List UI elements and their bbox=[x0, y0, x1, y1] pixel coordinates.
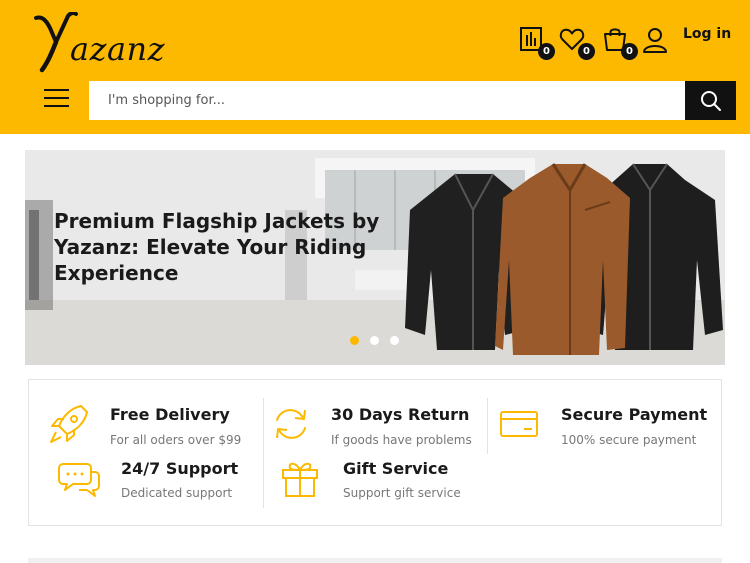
menu-icon bbox=[44, 89, 69, 91]
features-panel: Free Delivery For all oders over $99 30 … bbox=[28, 379, 722, 526]
search-icon bbox=[700, 90, 721, 111]
carousel-dot-2[interactable] bbox=[370, 336, 379, 345]
account-button[interactable] bbox=[642, 27, 670, 55]
feature-subtitle: Support gift service bbox=[343, 486, 461, 500]
feature-subtitle: 100% secure payment bbox=[561, 433, 697, 447]
refresh-icon bbox=[276, 409, 306, 439]
compare-count-badge: 0 bbox=[538, 43, 555, 60]
user-icon bbox=[643, 28, 667, 53]
search-input[interactable] bbox=[89, 81, 685, 120]
cart-button[interactable]: 0 bbox=[602, 26, 638, 60]
feature-title: 24/7 Support bbox=[121, 459, 239, 478]
carousel-dot-1[interactable] bbox=[350, 336, 359, 345]
credit-card-icon bbox=[500, 411, 538, 437]
banner-headline: Premium Flagship Jackets by Yazanz: Elev… bbox=[54, 209, 380, 285]
logo-text: azanz bbox=[70, 30, 165, 68]
site-header: azanz 0 0 0 Log in bbox=[0, 0, 750, 134]
feature-title: Free Delivery bbox=[110, 405, 230, 424]
gift-icon bbox=[282, 462, 318, 497]
feature-title: Gift Service bbox=[343, 459, 449, 478]
search-button[interactable] bbox=[685, 81, 736, 120]
login-link[interactable]: Log in bbox=[683, 26, 731, 42]
compare-button[interactable]: 0 bbox=[519, 26, 555, 60]
rocket-icon bbox=[50, 405, 88, 443]
menu-icon-bar bbox=[44, 105, 69, 107]
feature-subtitle: Dedicated support bbox=[121, 486, 233, 500]
section-divider bbox=[28, 558, 722, 563]
menu-button[interactable] bbox=[44, 89, 69, 109]
feature-title: Secure Payment bbox=[561, 405, 708, 424]
logo[interactable]: azanz bbox=[34, 12, 174, 73]
cart-count-badge: 0 bbox=[621, 43, 638, 60]
feature-subtitle: For all oders over $99 bbox=[110, 433, 242, 447]
hero-banner[interactable]: Premium Flagship Jackets by Yazanz: Elev… bbox=[25, 150, 725, 365]
divider bbox=[487, 398, 488, 454]
divider bbox=[263, 398, 264, 508]
wishlist-button[interactable]: 0 bbox=[559, 26, 595, 60]
chat-icon bbox=[58, 463, 100, 497]
feature-subtitle: If goods have problems bbox=[331, 433, 472, 447]
feature-title: 30 Days Return bbox=[331, 405, 470, 424]
carousel-dot-3[interactable] bbox=[390, 336, 399, 345]
carousel-dots bbox=[350, 336, 399, 345]
wishlist-count-badge: 0 bbox=[578, 43, 595, 60]
menu-icon-bar bbox=[44, 97, 69, 99]
